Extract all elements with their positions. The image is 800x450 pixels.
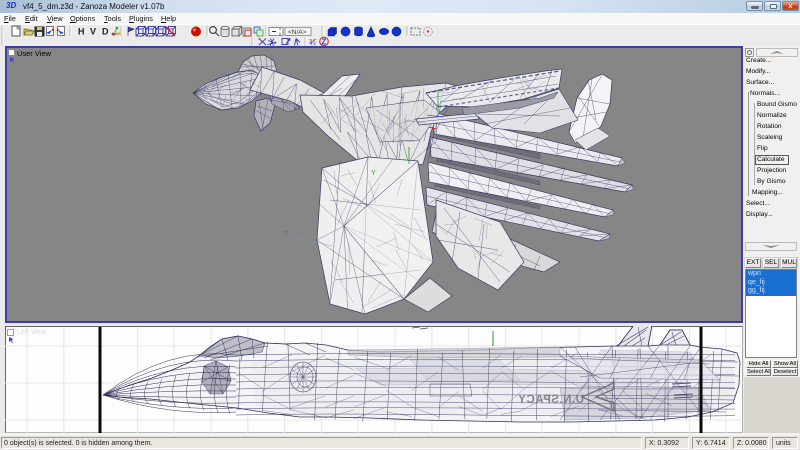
svg-text:U.N.SPACY: U.N.SPACY	[518, 394, 584, 406]
svg-text:D: D	[102, 27, 109, 37]
svg-text:V: V	[90, 27, 96, 37]
svg-text:H: H	[78, 27, 85, 37]
svg-text:<N/A>: <N/A>	[288, 29, 307, 36]
svg-text:Y: Y	[371, 170, 376, 177]
svg-text:Z: Z	[284, 231, 289, 238]
